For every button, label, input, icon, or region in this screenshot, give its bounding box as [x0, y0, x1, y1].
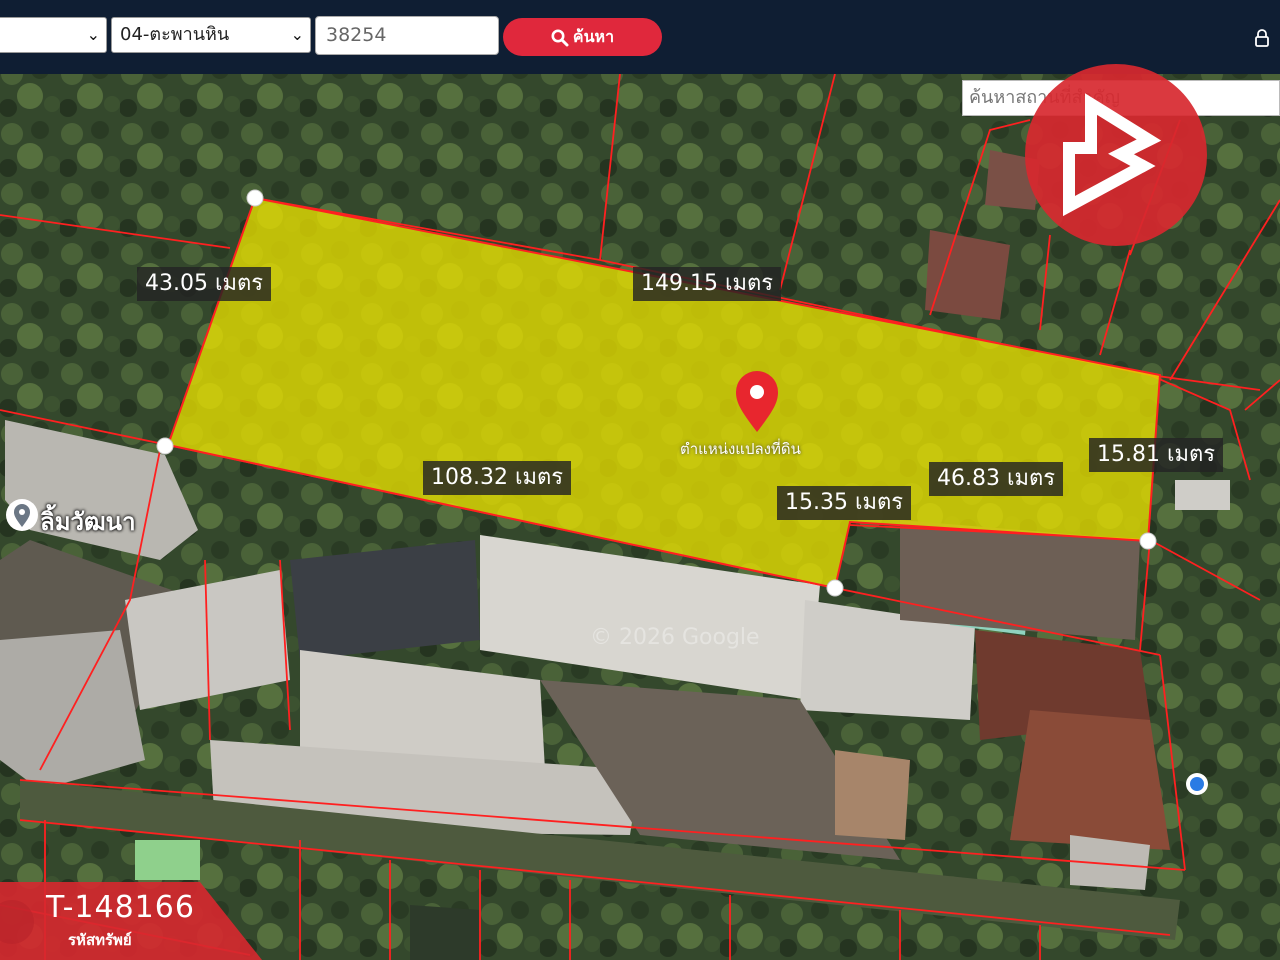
- place-marker-icon: [6, 499, 38, 531]
- measurement-bottom-step: 15.35 เมตร: [777, 486, 912, 520]
- parcel-number-input[interactable]: 38254: [315, 16, 499, 55]
- district-select[interactable]: ⌄: [0, 17, 107, 53]
- search-button[interactable]: ค้นหา: [503, 18, 662, 56]
- measurement-top: 149.15 เมตร: [633, 267, 782, 301]
- pin-label: ตำแหน่งแปลงที่ดิน: [680, 440, 801, 458]
- search-button-label: ค้นหา: [572, 27, 615, 46]
- map-marker-dot-inner: [1190, 777, 1204, 791]
- property-code-caption: รหัสทรัพย์: [68, 931, 132, 949]
- measurement-bottom-left: 108.32 เมตร: [423, 461, 572, 495]
- property-code: T-148166: [46, 890, 195, 925]
- chevron-down-icon: ⌄: [290, 25, 304, 44]
- chevron-down-icon: ⌄: [86, 25, 100, 44]
- search-icon: [551, 29, 569, 46]
- map-copyright: © 2026 Google: [590, 625, 760, 650]
- brand-logo: [1025, 64, 1207, 246]
- place-label: ลิ้มวัฒนา: [40, 508, 136, 536]
- subdistrict-select[interactable]: 04-ตะพานหิน ⌄: [111, 17, 311, 53]
- measurement-bottom-right: 46.83 เมตร: [929, 462, 1064, 496]
- measurement-left: 43.05 เมตร: [137, 267, 272, 301]
- subdistrict-select-value: 04-ตะพานหิน: [120, 24, 230, 45]
- measurement-right: 15.81 เมตร: [1089, 438, 1224, 472]
- lock-icon[interactable]: [1254, 28, 1270, 48]
